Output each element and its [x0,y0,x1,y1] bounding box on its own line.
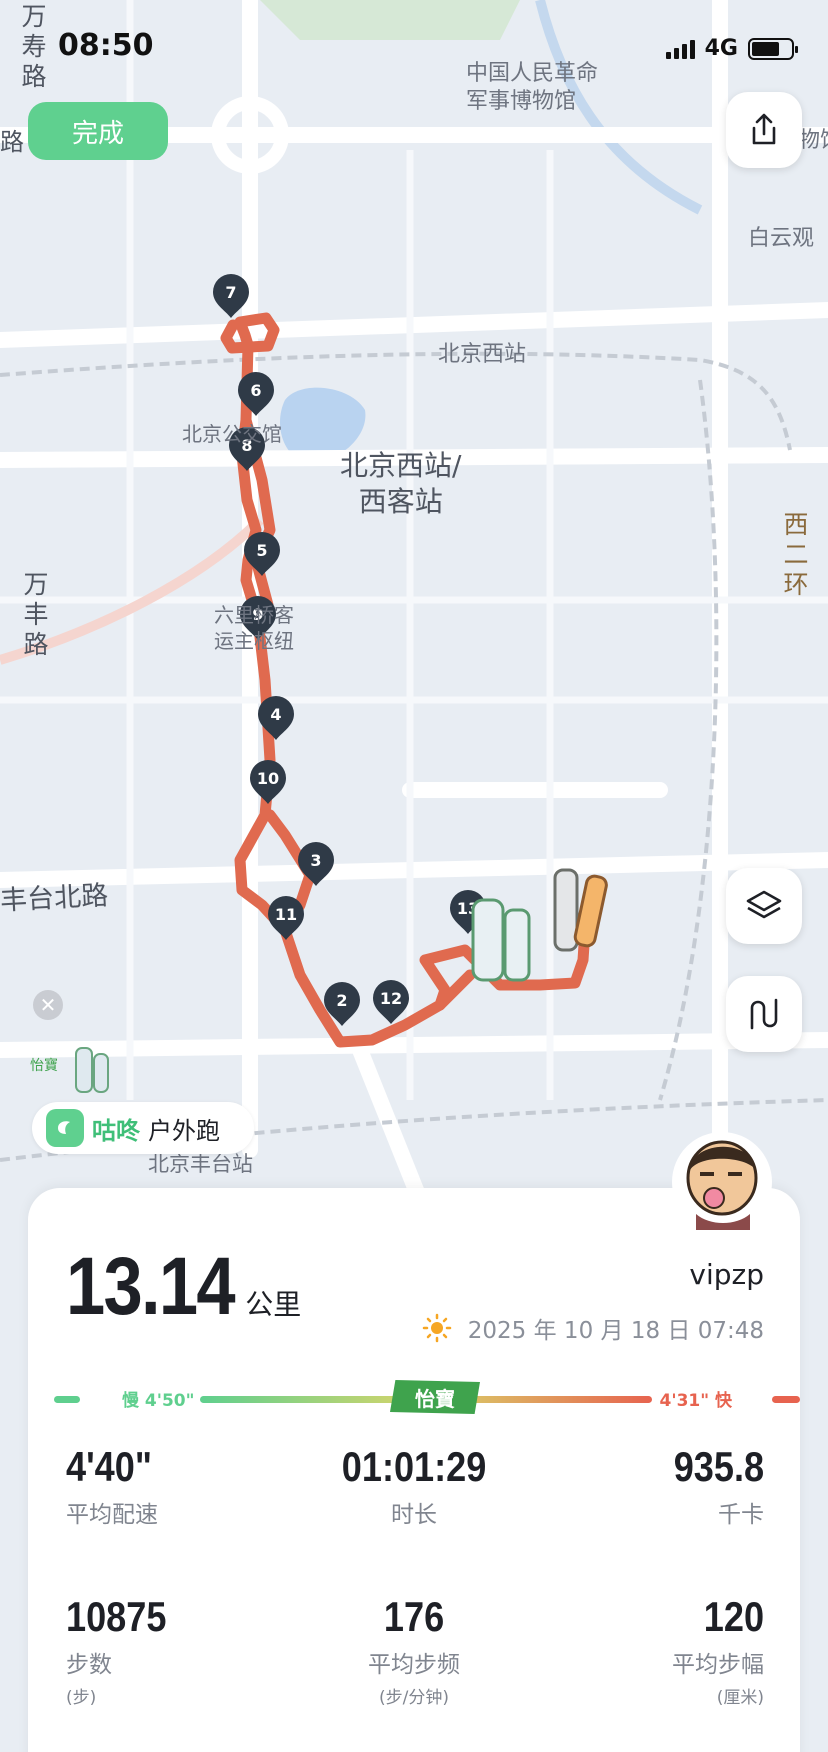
marker-label: 2 [336,991,347,1010]
stat-avg-pace: 4'40" 平均配速 [66,1443,166,1529]
marker-label: 10 [257,769,279,788]
battery-icon [748,37,798,60]
sticker-bottle-icon: 怡寶 [30,1047,109,1093]
brand-tag[interactable]: 咕咚 户外跑 [32,1102,254,1154]
stat-steps: 10875 步数 (步) [66,1593,183,1708]
network-type: 4G [704,36,738,61]
brand-name: 咕咚 [92,1116,140,1145]
map-label-gongjiao: 北京公交馆 [182,422,282,446]
stride-value: 120 [703,1593,764,1640]
calories-value: 935.8 [673,1443,764,1490]
layers-icon [746,890,782,919]
map-label-wanfeng-road: 万丰路 [23,570,49,659]
datetime-text: 2025 年 10 月 18 日 07:48 [467,1318,764,1344]
distance-value: 13.14 [66,1241,236,1332]
cadence-value: 176 [383,1593,445,1640]
marker-label: 4 [270,705,281,724]
cadence-label: 平均步频 [368,1652,460,1678]
avatar[interactable] [670,1130,774,1234]
map-layers-button[interactable] [726,868,802,944]
username: vipzp [689,1258,764,1291]
map-label-baiyun-guan: 白云观 [748,226,815,251]
map-label-edge-road: 路 [0,128,24,156]
steps-value: 10875 [66,1593,167,1640]
marker-label: 3 [310,851,321,870]
share-icon [752,113,776,145]
pace-fast-label: 4'31" 快 [659,1391,732,1411]
avg-pace-label: 平均配速 [66,1502,158,1528]
avg-pace-value: 4'40" [66,1443,152,1490]
share-button[interactable] [726,92,802,168]
status-indicators: 4G [665,36,798,61]
map-label-west-2nd-ring: 西二环 [783,510,809,599]
map-label-liuliqiao: 六里桥客 运主枢纽 [214,603,294,653]
svg-text:怡寶: 怡寶 [30,1058,58,1074]
stat-stride: 120 平均步幅 (厘米) [672,1593,764,1708]
map-label-fengtai-north-road: 丰台北路 [0,880,109,917]
water-bottle-icon [471,868,608,982]
signal-icon [665,39,695,59]
steps-unit: (步) [66,1688,97,1708]
summary-card: 13.14 公里 vipzp 2025 年 10 月 18 日 07:48 慢 … [28,1188,800,1752]
steps-label: 步数 [66,1652,112,1678]
calories-label: 千卡 [718,1502,764,1528]
stride-label: 平均步幅 [672,1652,764,1678]
stat-duration: 01:01:29 时长 [314,1443,514,1529]
map-label-beijing-west-road: 北京西站 [438,342,527,367]
distance-unit: 公里 [245,1288,302,1321]
map-label-museum-edge: 物馆 [798,128,828,153]
map-label-museum: 中国人民革命 军事博物馆 [466,61,599,114]
marker-label: 6 [250,381,261,400]
sun-icon [422,1313,452,1343]
route-toggle-button[interactable] [726,976,802,1052]
pace-slow-label: 慢 4'50" [122,1391,195,1411]
marker-label: 7 [225,283,236,302]
distance: 13.14 公里 [66,1240,301,1334]
map-label-wanshou-road: 万寿路 [21,2,47,91]
duration-label: 时长 [391,1502,437,1528]
pace-legend: 慢 4'50" 4'31" 快 怡寶 [52,1380,802,1420]
marker-label: 12 [380,989,402,1008]
duration-value: 01:01:29 [341,1443,487,1490]
run-mode: 户外跑 [148,1116,220,1145]
stat-cadence: 176 平均步频 (步/分钟) [314,1593,514,1708]
status-time: 08:50 [58,28,154,63]
gudong-logo-icon [46,1109,84,1147]
route-icon [750,998,778,1030]
marker-label: 5 [256,541,267,560]
close-sticker-button[interactable]: ✕ [33,990,63,1020]
stride-unit: (厘米) [716,1688,764,1708]
done-button[interactable]: 完成 [28,102,168,160]
map-label-beijing-west-station: 北京西站/ 西客站 [340,449,462,518]
run-datetime: 2025 年 10 月 18 日 07:48 [422,1311,764,1345]
pace-brand-badge: 怡寶 [390,1380,480,1414]
marker-label: 11 [275,905,297,924]
cadence-unit: (步/分钟) [379,1688,449,1708]
stat-calories: 935.8 千卡 [659,1443,764,1529]
